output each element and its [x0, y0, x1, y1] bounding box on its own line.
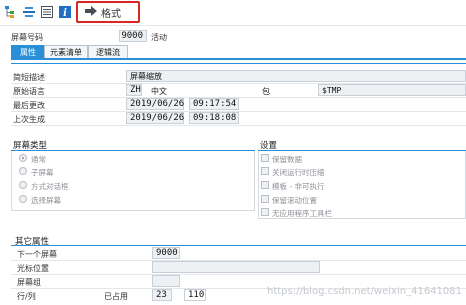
orig-lang-code[interactable]: ZH [126, 84, 142, 96]
radio-selection-screen-label: 选择屏幕 [31, 196, 61, 205]
format-button-label: 格式 [101, 8, 121, 20]
tab-attributes[interactable]: 属性 [11, 45, 45, 59]
row-divider [11, 125, 466, 126]
checkbox-hold-data-label: 保留数据 [272, 155, 302, 164]
last-changed-date[interactable]: 2019/06/26 [126, 98, 184, 110]
cursor-position-field[interactable] [152, 261, 320, 273]
checkbox-hold-scroll[interactable] [261, 195, 269, 203]
row-divider [11, 274, 466, 275]
cursor-position-label: 光标位置 [17, 264, 49, 273]
last-gen-label: 上次生成 [13, 115, 45, 124]
align-icon[interactable] [22, 5, 36, 19]
radio-selection-screen[interactable] [19, 195, 27, 203]
occupied-label: 已占用 [104, 292, 128, 301]
short-desc-label: 简短描述 [13, 73, 45, 82]
radio-modal-dialog-label: 方式对话框 [31, 182, 69, 191]
next-screen-field[interactable]: 9000 [152, 247, 180, 259]
screen-group-field[interactable] [152, 275, 180, 287]
watermark: https://blog.csdn.net/weixin_41641081 [266, 286, 462, 297]
radio-subscreen-label: 子屏幕 [31, 168, 54, 177]
info-icon[interactable]: i [58, 5, 72, 19]
rows-field[interactable]: 23 [152, 289, 172, 301]
last-gen-date[interactable]: 2019/06/26 [126, 112, 184, 124]
format-button[interactable]: 格式 [76, 1, 140, 23]
orig-lang-label: 原始语言 [13, 87, 45, 96]
orig-lang-name: 中文 [151, 87, 167, 96]
checkbox-no-toolbar-label: 无应用程序工具栏 [272, 209, 332, 218]
last-changed-time[interactable]: 09:17:54 [189, 98, 239, 110]
tab-underline [11, 58, 466, 60]
hierarchy-icon[interactable] [4, 5, 18, 19]
radio-modal-dialog[interactable] [19, 181, 27, 189]
last-gen-time[interactable]: 09:18:08 [189, 112, 239, 124]
package-label: 包 [262, 87, 270, 96]
rows-cols-label: 行/列 [17, 292, 36, 301]
arrow-right-icon [84, 5, 98, 19]
checkbox-template[interactable] [261, 181, 269, 189]
screen-number-field[interactable]: 9000 [119, 30, 147, 42]
checkbox-template-label: 模板 - 非可执行 [272, 182, 325, 191]
screen-group-label: 屏幕组 [17, 278, 41, 287]
short-desc-field[interactable]: 屏幕缩放 [126, 70, 466, 82]
tab-element-list[interactable]: 元素清单 [44, 45, 88, 59]
checkbox-hold-scroll-label: 保留滚动位置 [272, 196, 317, 205]
cols-field[interactable]: 110 [184, 289, 206, 301]
radio-normal-label: 通常 [31, 155, 46, 164]
svg-text:i: i [63, 8, 67, 19]
checkbox-hold-data[interactable] [261, 154, 269, 162]
checkbox-no-toolbar[interactable] [261, 208, 269, 216]
checkbox-switch-off-compression-label: 关闭运行时压缩 [272, 168, 325, 177]
checkbox-switch-off-compression[interactable] [261, 167, 269, 175]
radio-subscreen[interactable] [19, 167, 27, 175]
last-changed-label: 最后更改 [13, 101, 45, 110]
tab-flow-logic[interactable]: 逻辑流 [88, 45, 128, 59]
tab-panel-top [11, 63, 466, 64]
screen-number-label: 屏幕号码 [11, 33, 43, 42]
package-field[interactable]: $TMP [318, 84, 466, 96]
list-icon[interactable] [40, 5, 54, 19]
radio-normal[interactable] [19, 154, 27, 162]
toolbar-separator [0, 25, 466, 26]
screen-status: 活动 [151, 33, 167, 42]
next-screen-label: 下一个屏幕 [17, 250, 57, 259]
other-attributes-header-line [11, 245, 466, 246]
toolbar: i 格式 [0, 0, 466, 26]
